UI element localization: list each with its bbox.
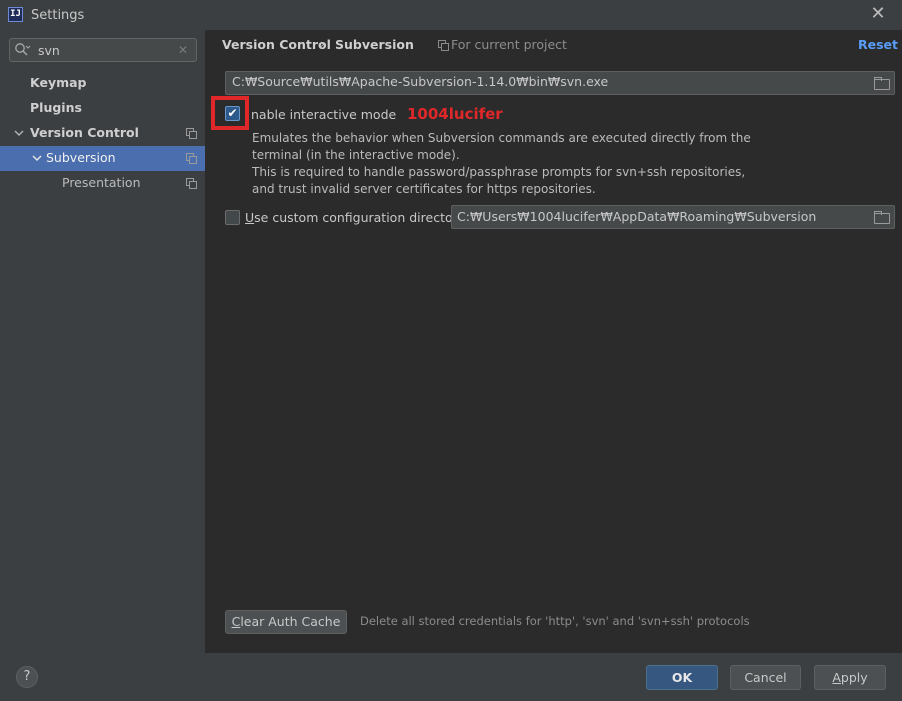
custom-config-label-text: se custom configuration directory: — [254, 210, 469, 225]
clear-auth-description: Delete all stored credentials for 'http'… — [360, 614, 750, 628]
apply-mnemonic: A — [832, 670, 841, 685]
help-button[interactable]: ? — [16, 666, 38, 688]
reset-link[interactable]: Reset — [858, 37, 898, 52]
ok-button[interactable]: OK — [646, 665, 718, 690]
project-scope-icon — [184, 171, 198, 195]
chevron-down-icon[interactable] — [31, 146, 45, 170]
clear-auth-mnemonic: C — [231, 614, 241, 629]
search-input[interactable] — [38, 40, 168, 60]
clear-auth-cache-button[interactable]: Clear Auth Cache — [225, 610, 347, 634]
clear-auth-label: lear Auth Cache — [240, 614, 341, 629]
interactive-mode-description-line: and trust invalid server certificates fo… — [252, 182, 596, 196]
project-scope-icon — [184, 146, 198, 170]
sidebar-item-version-control[interactable]: Version Control — [30, 121, 139, 145]
clear-search-icon[interactable]: ✕ — [176, 42, 190, 58]
interactive-mode-description-line: terminal (in the interactive mode). — [252, 148, 460, 162]
sidebar-item-keymap[interactable]: Keymap — [30, 71, 87, 95]
apply-button[interactable]: Apply — [814, 665, 886, 690]
breadcrumb-version-control[interactable]: Version Control — [222, 37, 331, 52]
title-bar — [0, 0, 902, 30]
project-scope-icon — [184, 121, 198, 145]
watermark-text: 1004lucifer — [407, 105, 503, 123]
apply-label: pply — [840, 670, 868, 685]
intellij-logo-icon: IJ — [8, 7, 23, 22]
folder-icon[interactable] — [874, 211, 890, 224]
breadcrumb-separator: › — [320, 37, 325, 51]
chevron-down-icon[interactable] — [13, 121, 27, 145]
custom-config-label[interactable]: Use custom configuration directory: — [245, 210, 468, 225]
custom-config-label-mnemonic: U — [245, 210, 255, 225]
sidebar-item-plugins[interactable]: Plugins — [30, 96, 82, 120]
interactive-mode-checkbox[interactable]: ✔ — [225, 106, 240, 121]
folder-icon[interactable] — [874, 77, 890, 90]
interactive-mode-description-line: This is required to handle password/pass… — [252, 165, 746, 179]
cancel-button[interactable]: Cancel — [730, 665, 801, 690]
interactive-mode-label[interactable]: nable interactive mode — [251, 107, 396, 122]
breadcrumb-subversion: Subversion — [335, 37, 414, 52]
svn-executable-value[interactable]: C:₩Source₩utils₩Apache-Subversion-1.14.0… — [232, 74, 608, 89]
sidebar-item-presentation[interactable]: Presentation — [62, 171, 141, 195]
project-scope-icon — [437, 38, 449, 52]
custom-config-checkbox[interactable] — [225, 210, 240, 225]
close-icon[interactable]: ✕ — [869, 4, 887, 24]
window-title: Settings — [31, 8, 85, 23]
interactive-mode-description-line: Emulates the behavior when Subversion co… — [252, 131, 751, 145]
search-icon[interactable] — [14, 42, 32, 58]
sidebar-item-subversion-label[interactable]: Subversion — [46, 146, 116, 170]
scope-label: For current project — [451, 37, 567, 52]
config-directory-value[interactable]: C:₩Users₩1004lucifer₩AppData₩Roaming₩Sub… — [457, 209, 816, 224]
